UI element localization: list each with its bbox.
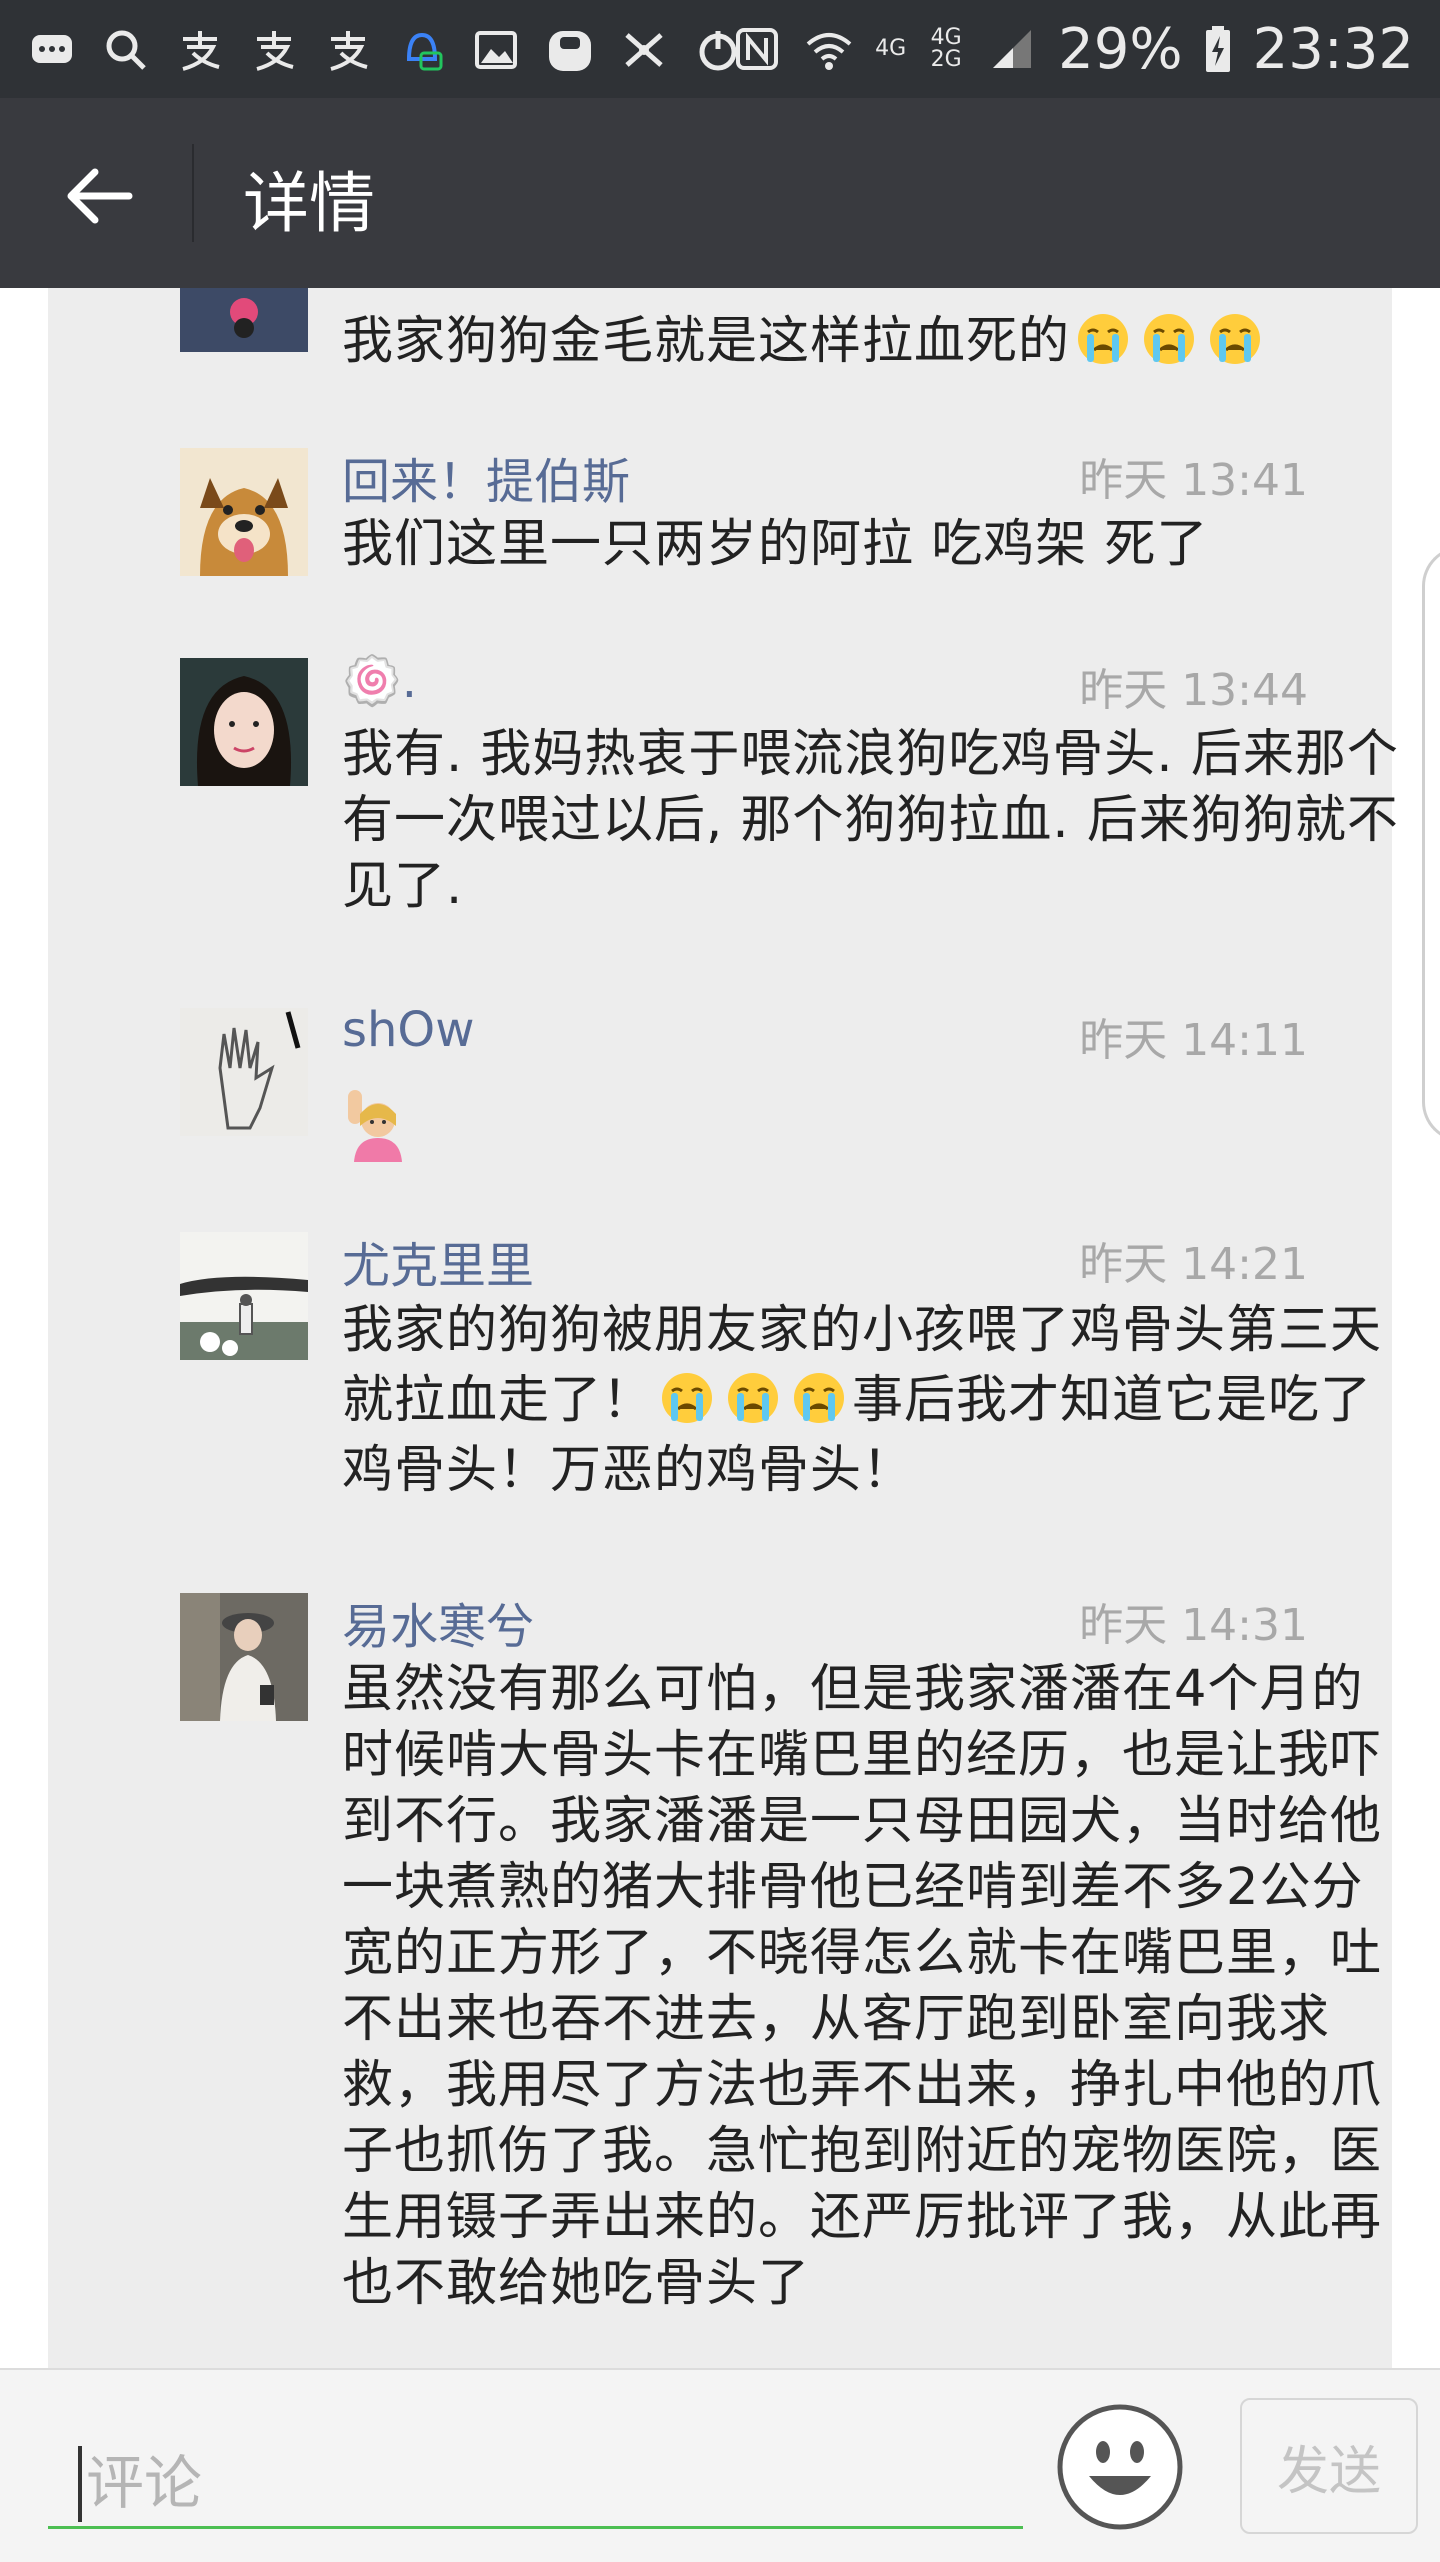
comment-author[interactable]: 易水寒兮 <box>342 1587 534 1657</box>
avatar[interactable] <box>180 1008 308 1136</box>
comment-text: 我们这里一只两岁的阿拉 吃鸡架 死了 <box>342 515 1209 574</box>
comment-time: 昨天 14:21 <box>1079 1239 1308 1290</box>
app-bar: 详情 <box>0 98 1440 288</box>
comment-time: 昨天 14:31 <box>1079 1600 1308 1651</box>
avatar[interactable] <box>180 288 308 352</box>
tools-icon <box>618 24 670 76</box>
crying-face-emoji <box>790 1367 848 1425</box>
app-bar-divider <box>192 144 194 242</box>
comment-input-container <box>48 2440 1023 2529</box>
back-button[interactable] <box>55 153 140 238</box>
crying-face-emoji <box>1140 308 1198 366</box>
comment-panel: 我家狗狗金毛就是这样拉血死的 回来！提伯斯 昨天 13:41 我们这里一只两岁的… <box>48 288 1398 2368</box>
notification-bell-icon <box>396 24 448 76</box>
comment-text: 我有. 我妈热衷于喂流浪狗吃鸡骨头. 后来那个有一次喂过以后, 那个狗狗拉血. … <box>342 725 1399 916</box>
smiley-face-icon <box>1057 2404 1183 2530</box>
alipay-icon <box>248 24 300 76</box>
crying-face-emoji <box>658 1367 716 1425</box>
message-icon <box>26 24 78 76</box>
signal-icon <box>986 23 1038 75</box>
arrow-left-icon <box>67 168 132 223</box>
network-4g-label: 4G <box>875 36 907 61</box>
comment-author[interactable]: shOw <box>342 1002 474 1058</box>
avatar[interactable] <box>180 658 308 786</box>
comment-list-area[interactable]: 我家狗狗金毛就是这样拉血死的 回来！提伯斯 昨天 13:41 我们这里一只两岁的… <box>0 288 1440 2368</box>
avatar[interactable] <box>180 448 308 576</box>
comment-text: 我家狗狗金毛就是这样拉血死的 <box>342 308 1402 375</box>
raising-hand-emoji <box>342 1090 410 1166</box>
avatar[interactable] <box>180 1232 308 1360</box>
gallery-icon <box>470 24 522 76</box>
comment-author[interactable]: 🍥. <box>342 652 417 709</box>
comment-time: 昨天 13:44 <box>1079 665 1308 716</box>
comment-time: 昨天 14:11 <box>1079 1015 1308 1066</box>
text-cursor <box>78 2446 82 2522</box>
comment-text-part: 我家狗狗金毛就是这样拉血死的 <box>342 312 1071 371</box>
battery-percent: 29% <box>1058 16 1183 82</box>
search-icon <box>100 24 152 76</box>
alipay-icon <box>174 24 226 76</box>
status-icons-right: 4G 4G 2G 29% 23:32 <box>731 16 1414 82</box>
crying-face-emoji <box>724 1367 782 1425</box>
comment-time: 昨天 13:41 <box>1079 455 1308 506</box>
wifi-icon <box>803 23 855 75</box>
clock: 23:32 <box>1252 16 1414 82</box>
comment-text: 虽然没有那么可怕，但是我家潘潘在4个月的时候啃大骨头卡在嘴巴里的经历，也是让我吓… <box>342 1660 1383 2313</box>
comment-author[interactable]: 尤克里里 <box>342 1226 534 1296</box>
galaxy-icon <box>544 24 596 76</box>
comment-input[interactable] <box>86 2440 1006 2526</box>
avatar[interactable] <box>180 1593 308 1721</box>
battery-charging-icon <box>1203 23 1233 75</box>
send-button[interactable]: 发送 <box>1240 2398 1418 2534</box>
nfc-icon <box>731 23 783 75</box>
crying-face-emoji <box>1074 308 1132 366</box>
edge-panel-handle[interactable] <box>1422 546 1440 1142</box>
comment-input-bar: 发送 <box>0 2368 1440 2562</box>
comment-author[interactable]: 回来！提伯斯 <box>342 442 630 512</box>
emoji-button[interactable] <box>1055 2402 1185 2532</box>
status-icons-left <box>26 20 744 80</box>
crying-face-emoji <box>1206 308 1264 366</box>
page-title: 详情 <box>243 165 375 242</box>
comment-text: 我家的狗狗被朋友家的小孩喂了鸡骨头第三天就拉血走了！ 事后我才知道它是吃了鸡骨头！… <box>342 1296 1402 1506</box>
status-bar: 4G 4G 2G 29% 23:32 <box>0 0 1440 98</box>
network-4g-2g-label: 4G 2G <box>930 25 962 72</box>
alipay-icon <box>322 24 374 76</box>
